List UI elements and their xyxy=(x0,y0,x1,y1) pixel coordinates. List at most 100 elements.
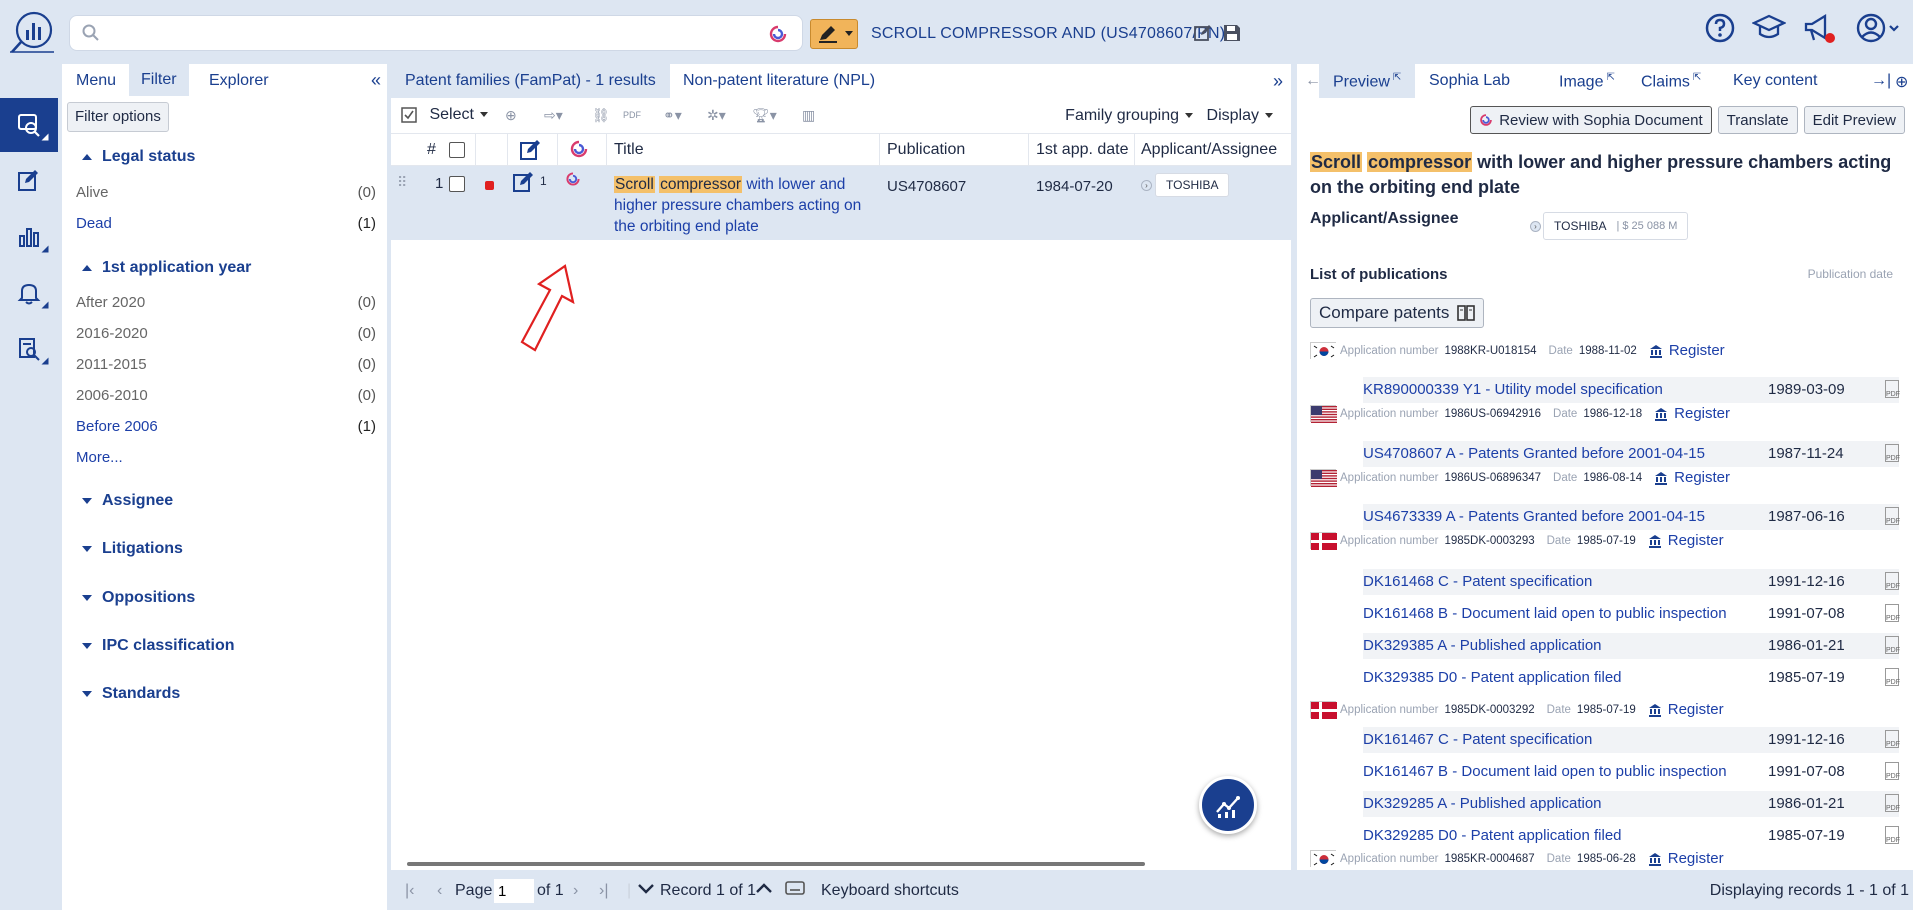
expand-panel-icon[interactable]: » xyxy=(1273,71,1283,92)
pdf-icon[interactable]: PDF xyxy=(1885,604,1900,622)
register-link[interactable]: Register xyxy=(1668,701,1724,718)
filter-2016-2020[interactable]: 2016-2020 (0) xyxy=(76,325,376,342)
next-page-icon[interactable]: › xyxy=(573,882,578,900)
alerts-nav[interactable] xyxy=(0,266,58,320)
assignee-chip[interactable]: TOSHIBA | $ 25 088 M xyxy=(1543,212,1689,240)
oppositions-section[interactable]: Oppositions xyxy=(82,589,195,607)
register-bank-icon[interactable] xyxy=(1648,703,1662,717)
row-checkbox[interactable] xyxy=(449,176,465,192)
chevron-down-icon[interactable] xyxy=(637,879,655,897)
graduation-cap-icon[interactable] xyxy=(1752,12,1786,44)
compare-icon[interactable]: ⚭▾ xyxy=(663,107,682,124)
assignee-chip[interactable]: TOSHIBA xyxy=(1155,173,1230,197)
compare-patents-button[interactable]: Compare patents xyxy=(1310,298,1485,328)
translate-button[interactable]: Translate xyxy=(1717,106,1798,134)
search-bar[interactable] xyxy=(69,15,803,51)
more-link[interactable]: More... xyxy=(76,449,376,466)
user-icon[interactable] xyxy=(1855,12,1901,44)
keyboard-shortcuts-link[interactable]: Keyboard shortcuts xyxy=(821,882,959,900)
table-row[interactable]: ⠿ 1 1 Scroll compressor with lower and h… xyxy=(391,166,1291,240)
megaphone-icon[interactable] xyxy=(1803,12,1837,46)
litigations-section[interactable]: Litigations xyxy=(82,540,183,558)
publication-link[interactable]: US4708607 A - Patents Granted before 200… xyxy=(1363,445,1705,462)
orbit-logo-icon[interactable] xyxy=(8,8,56,56)
highlighter-button[interactable] xyxy=(810,19,858,49)
publication-link[interactable]: KR890000339 Y1 - Utility model specifica… xyxy=(1363,381,1663,398)
help-circle-icon[interactable] xyxy=(1704,12,1736,44)
expand-arrow-icon[interactable]: › xyxy=(1141,180,1152,191)
page-input[interactable] xyxy=(494,879,534,903)
save-icon[interactable] xyxy=(1222,23,1242,43)
publication-link[interactable]: DK329285 A - Published application xyxy=(1363,795,1602,812)
publication-link[interactable]: US4673339 A - Patents Granted before 200… xyxy=(1363,508,1705,525)
search-results-nav[interactable] xyxy=(0,98,58,152)
family-grouping-dropdown[interactable]: Family grouping xyxy=(1065,107,1193,125)
reports-nav[interactable] xyxy=(0,322,58,376)
publication-link[interactable]: DK329285 D0 - Patent application filed xyxy=(1363,827,1622,844)
pdf-icon[interactable]: PDF xyxy=(1885,572,1900,590)
analytics-nav[interactable] xyxy=(0,210,58,264)
tab-sophia-lab[interactable]: Sophia Lab xyxy=(1415,64,1524,98)
first-app-year-section[interactable]: 1st application year xyxy=(82,259,251,277)
drag-handle-icon[interactable]: ⠿ xyxy=(397,174,407,191)
chevron-up-icon[interactable] xyxy=(755,879,773,897)
tab-image[interactable]: Image ⇱ xyxy=(1545,64,1629,98)
pdf-icon[interactable]: PDF xyxy=(1885,636,1900,654)
pdf-icon[interactable]: PDF xyxy=(1885,668,1900,686)
publication-link[interactable]: DK161468 B - Document laid open to publi… xyxy=(1363,605,1727,622)
row-title-link[interactable]: Scroll compressor with lower and higher … xyxy=(614,174,874,237)
pdf-icon[interactable]: PDF xyxy=(1885,794,1900,812)
filter-2006-2010[interactable]: 2006-2010 (0) xyxy=(76,387,376,404)
col-publication[interactable]: Publication xyxy=(887,141,965,159)
display-dropdown[interactable]: Display xyxy=(1207,107,1273,125)
register-link[interactable]: Register xyxy=(1674,405,1730,422)
expand-arrow-icon[interactable]: › xyxy=(1530,221,1541,232)
register-link[interactable]: Register xyxy=(1669,342,1725,359)
col-app-date[interactable]: 1st app. date xyxy=(1036,141,1129,159)
publication-link[interactable]: DK161467 C - Patent specification xyxy=(1363,731,1592,748)
publication-link[interactable]: DK329385 A - Published application xyxy=(1363,637,1602,654)
tab-filter[interactable]: Filter xyxy=(129,64,189,96)
add-circle-icon[interactable]: ⊕ xyxy=(1891,64,1912,98)
col-applicant[interactable]: Applicant/Assignee xyxy=(1141,141,1277,159)
tab-npl[interactable]: Non-patent literature (NPL) xyxy=(669,64,889,98)
review-sophia-button[interactable]: Review with Sophia Document xyxy=(1470,106,1712,134)
legal-status-section[interactable]: Legal status xyxy=(82,148,195,166)
edit-icon[interactable] xyxy=(1193,23,1213,43)
tab-preview[interactable]: Preview ⇱ xyxy=(1319,64,1416,98)
annotation-icon[interactable] xyxy=(512,170,536,194)
tab-claims[interactable]: Claims ⇱ xyxy=(1627,64,1715,98)
analytics-fab-button[interactable] xyxy=(1199,776,1257,834)
ipc-classification-section[interactable]: IPC classification xyxy=(82,637,235,655)
prev-page-icon[interactable]: ‹ xyxy=(437,882,442,900)
register-link[interactable]: Register xyxy=(1668,532,1724,549)
split-view-icon[interactable]: ▥ xyxy=(802,107,815,124)
publication-link[interactable]: DK329385 D0 - Patent application filed xyxy=(1363,669,1622,686)
publication-link[interactable]: DK161467 B - Document laid open to publi… xyxy=(1363,763,1727,780)
annotate-nav[interactable] xyxy=(0,154,58,208)
register-link[interactable]: Register xyxy=(1674,469,1730,486)
register-bank-icon[interactable] xyxy=(1654,407,1668,421)
select-button[interactable]: Select xyxy=(401,106,488,124)
assignee-section[interactable]: Assignee xyxy=(82,492,173,510)
filter-dead[interactable]: Dead (1) xyxy=(76,215,376,232)
standards-section[interactable]: Standards xyxy=(82,685,180,703)
filter-alive[interactable]: Alive (0) xyxy=(76,184,376,201)
register-bank-icon[interactable] xyxy=(1648,852,1662,866)
publication-link[interactable]: DK161468 C - Patent specification xyxy=(1363,573,1592,590)
tab-key-content[interactable]: Key content xyxy=(1719,64,1832,98)
add-to-folder-icon[interactable]: ⊕ xyxy=(505,107,517,124)
filter-2011-2015[interactable]: 2011-2015 (0) xyxy=(76,356,376,373)
edit-preview-button[interactable]: Edit Preview xyxy=(1803,106,1905,134)
select-all-checkbox[interactable] xyxy=(449,142,465,158)
pdf-icon[interactable]: PDF xyxy=(1885,507,1900,525)
pdf-icon[interactable]: PDF xyxy=(623,110,641,120)
link-icon[interactable]: ⛓ xyxy=(592,107,610,124)
register-bank-icon[interactable] xyxy=(1654,471,1668,485)
pdf-icon[interactable]: PDF xyxy=(1885,826,1900,844)
register-bank-icon[interactable] xyxy=(1649,344,1663,358)
pdf-icon[interactable]: PDF xyxy=(1885,730,1900,748)
export-icon[interactable]: ⇨▾ xyxy=(544,107,563,124)
filter-before-2006[interactable]: Before 2006 (1) xyxy=(76,418,376,435)
tab-patent-families[interactable]: Patent families (FamPat) - 1 results xyxy=(391,64,670,98)
